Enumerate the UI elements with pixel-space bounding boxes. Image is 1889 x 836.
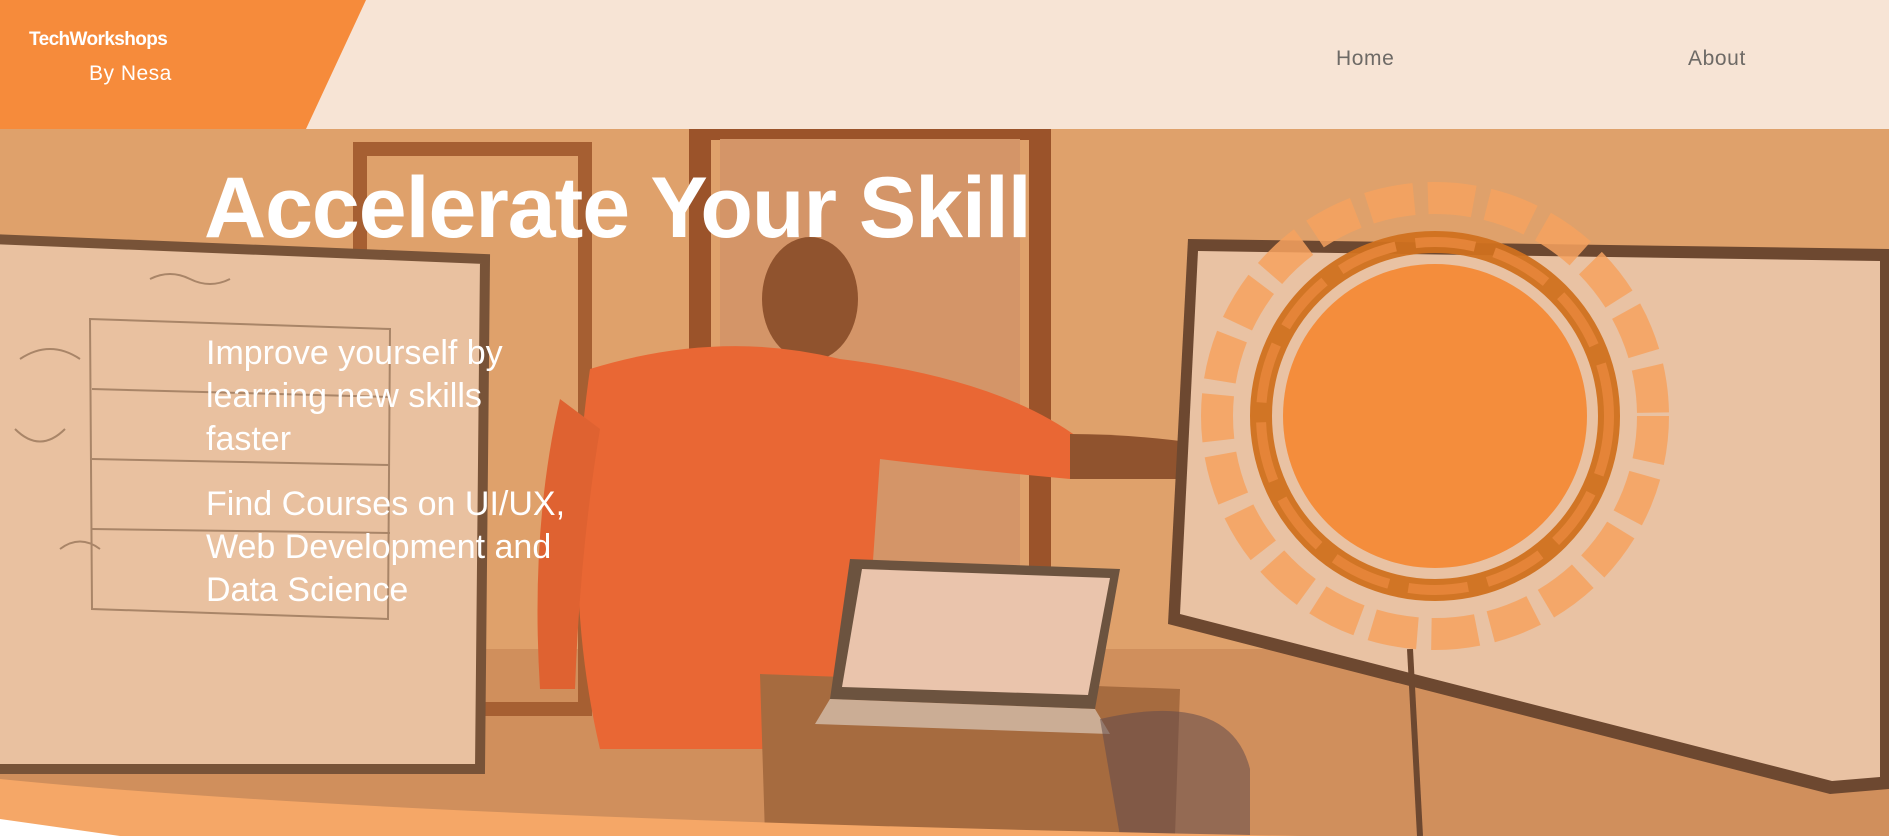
logo-title: TechWorkshops — [29, 29, 168, 50]
hero-courses-text: Find Courses on UI/UX, Web Development a… — [206, 485, 566, 609]
site-header: TechWorkshops By Nesa Home About — [0, 0, 1889, 129]
hero-title: Accelerate Your Skill — [204, 160, 1032, 256]
logo[interactable]: TechWorkshops By Nesa — [0, 0, 366, 129]
decorative-circle-icon — [1201, 182, 1669, 650]
nav-about-link[interactable]: About — [1688, 47, 1746, 71]
hero-section: Accelerate Your Skill Improve yourself b… — [0, 129, 1889, 836]
nav-home-link[interactable]: Home — [1336, 47, 1394, 71]
logo-subtitle: By Nesa — [89, 62, 172, 85]
hero-tagline: Improve yourself by learning new skills … — [206, 334, 503, 458]
